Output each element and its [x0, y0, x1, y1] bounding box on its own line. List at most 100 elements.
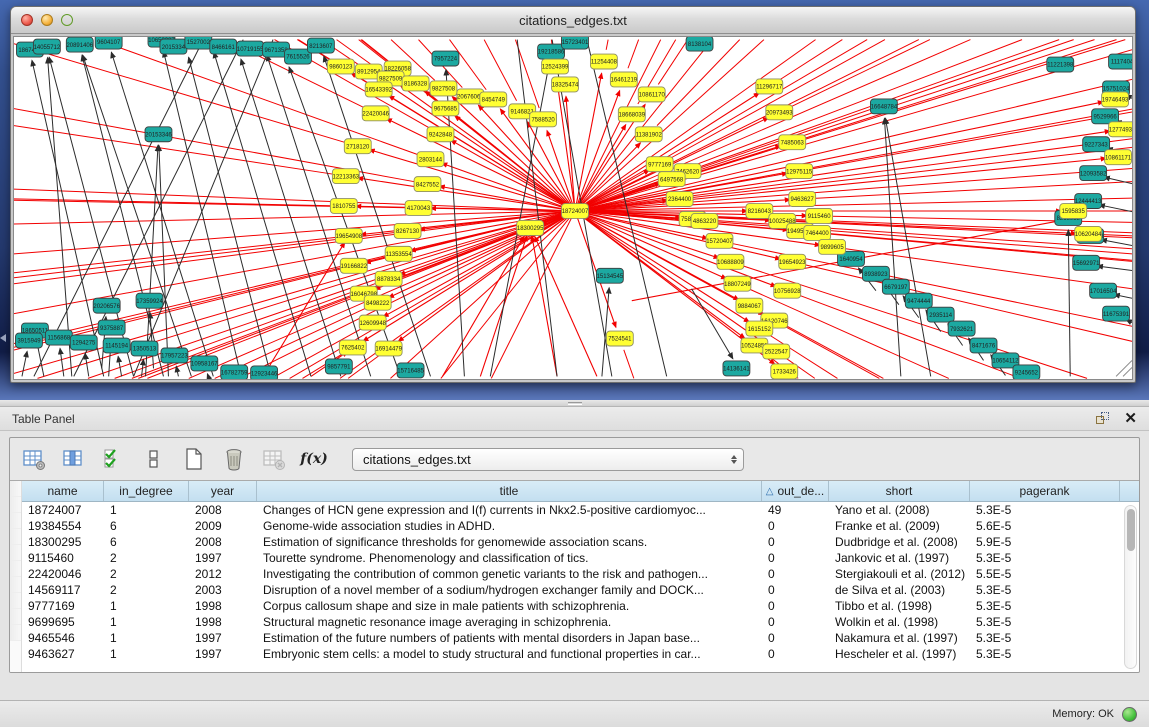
graph-node[interactable]: 1615152 — [746, 321, 773, 336]
show-columns-icon[interactable] — [60, 446, 88, 472]
table-cell[interactable]: 6 — [104, 518, 189, 534]
graph-node[interactable]: 9245652 — [1013, 365, 1040, 380]
graph-node[interactable]: 9777169 — [646, 157, 673, 172]
graph-node[interactable]: 8138104 — [686, 37, 713, 51]
table-cell[interactable]: 1 — [104, 646, 189, 662]
graph-node[interactable]: 18325474 — [552, 77, 579, 92]
graph-node[interactable]: 9884067 — [736, 298, 763, 313]
graph-node[interactable]: 2364400 — [666, 192, 693, 207]
graph-node[interactable]: 15716485 — [397, 363, 424, 378]
graph-node[interactable]: 9675685 — [432, 101, 459, 116]
close-window-button[interactable] — [21, 14, 33, 26]
graph-node[interactable]: 8878334 — [375, 271, 402, 286]
table-cell[interactable]: Hescheler et al. (1997) — [829, 646, 970, 662]
table-options-icon[interactable] — [20, 446, 48, 472]
graph-node[interactable]: 20973493 — [766, 105, 793, 120]
graph-node[interactable]: 12609948 — [359, 315, 386, 330]
graph-node[interactable]: 18724007 — [562, 204, 589, 219]
table-cell[interactable]: Tibbo et al. (1998) — [829, 598, 970, 614]
graph-node[interactable]: 20153346 — [145, 127, 172, 142]
table-cell[interactable]: 1998 — [189, 598, 257, 614]
graph-node[interactable]: 12213363 — [332, 169, 359, 184]
column-header-pagerank[interactable]: pagerank — [970, 481, 1120, 501]
table-cell[interactable]: 1 — [104, 614, 189, 630]
table-cell[interactable]: Nakamura et al. (1997) — [829, 630, 970, 646]
stacked-rows-icon[interactable] — [140, 446, 168, 472]
graph-node[interactable]: 10688809 — [717, 254, 744, 269]
graph-node[interactable]: 19654923 — [779, 254, 806, 269]
graph-node[interactable]: 1810755 — [330, 199, 357, 214]
graph-node[interactable]: 8213607 — [307, 38, 334, 53]
network-window-titlebar[interactable]: citations_edges.txt — [11, 7, 1135, 34]
graph-node[interactable]: 6497568 — [658, 172, 685, 187]
table-row[interactable]: 911546021997Tourette syndrome. Phenomeno… — [22, 550, 1139, 566]
table-cell[interactable]: 0 — [762, 646, 829, 662]
graph-node[interactable]: 7524541 — [606, 331, 633, 346]
table-cell[interactable]: 1997 — [189, 630, 257, 646]
table-cell[interactable]: Structural magnetic resonance image aver… — [257, 614, 762, 630]
graph-node[interactable]: 17957223 — [161, 348, 188, 363]
collapse-panel-arrow-icon[interactable] — [0, 334, 6, 342]
graph-node[interactable]: 14055712 — [33, 39, 60, 54]
table-cell[interactable]: Investigating the contribution of common… — [257, 566, 762, 582]
graph-node[interactable]: 12975115 — [786, 164, 813, 179]
table-row[interactable]: 1938455462009Genome-wide association stu… — [22, 518, 1139, 534]
table-cell[interactable]: Genome-wide association studies in ADHD. — [257, 518, 762, 534]
network-view-window[interactable]: citations_edges.txt 18674021405571220891… — [10, 6, 1136, 383]
table-cell[interactable]: 9463627 — [22, 646, 104, 662]
graph-node[interactable]: 16782759 — [221, 365, 248, 380]
graph-node[interactable]: 11296717 — [756, 79, 783, 94]
graph-node[interactable]: 7464400 — [804, 225, 831, 240]
table-cell[interactable]: Yano et al. (2008) — [829, 502, 970, 518]
table-cell[interactable]: 2 — [104, 582, 189, 598]
citation-network-graph[interactable]: 1867402140557122089140696041071065328720… — [14, 37, 1133, 380]
table-cell[interactable]: 2008 — [189, 534, 257, 550]
graph-node[interactable]: 7485063 — [779, 135, 806, 150]
table-cell[interactable]: 5.3E-5 — [970, 646, 1120, 662]
graph-node[interactable]: 7957224 — [432, 51, 459, 66]
graph-node[interactable]: 9242848 — [427, 127, 454, 142]
table-cell[interactable]: Corpus callosum shape and size in male p… — [257, 598, 762, 614]
graph-node[interactable]: 17016504 — [1090, 283, 1117, 298]
graph-node[interactable]: 22420046 — [362, 106, 389, 121]
table-cell[interactable]: 5.3E-5 — [970, 630, 1120, 646]
graph-node[interactable]: 8471676 — [970, 338, 997, 353]
graph-node[interactable]: 7932621 — [948, 321, 975, 336]
graph-node[interactable]: 9115460 — [806, 209, 833, 224]
table-row[interactable]: 946362711997Embryonic stem cells: a mode… — [22, 646, 1139, 662]
table-cell[interactable]: 9465546 — [22, 630, 104, 646]
graph-node[interactable]: 1733426 — [771, 364, 798, 379]
table-cell[interactable]: Estimation of the future numbers of pati… — [257, 630, 762, 646]
table-cell[interactable]: 5.3E-5 — [970, 502, 1120, 518]
graph-node[interactable]: 16914479 — [375, 341, 402, 356]
graph-node[interactable]: 2522547 — [763, 344, 790, 359]
select-rows-icon[interactable] — [100, 446, 128, 472]
table-cell[interactable]: 14569117 — [22, 582, 104, 598]
graph-node[interactable]: 10861170 — [638, 87, 665, 102]
table-cell[interactable]: 2008 — [189, 502, 257, 518]
graph-node[interactable]: 1294275 — [70, 335, 97, 350]
column-header-out_de[interactable]: △out_de... — [762, 481, 829, 501]
graph-node[interactable]: 4170043 — [405, 201, 432, 216]
graph-node[interactable]: 9857791 — [325, 359, 352, 374]
graph-node[interactable]: 19166822 — [340, 258, 367, 273]
graph-node[interactable]: 18807249 — [724, 276, 751, 291]
table-cell[interactable]: 0 — [762, 534, 829, 550]
table-cell[interactable]: 19384554 — [22, 518, 104, 534]
table-cell[interactable]: 0 — [762, 582, 829, 598]
graph-node[interactable]: 10861171 — [1105, 150, 1132, 165]
table-cell[interactable]: 6 — [104, 534, 189, 550]
zoom-window-button[interactable] — [61, 14, 73, 26]
table-cell[interactable]: Jankovic et al. (1997) — [829, 550, 970, 566]
panel-splitter[interactable] — [0, 400, 1149, 407]
graph-node[interactable]: 18300295 — [517, 220, 544, 235]
graph-node[interactable]: 9474444 — [905, 293, 932, 308]
graph-node[interactable]: 8186328 — [402, 76, 429, 91]
graph-node[interactable]: 10620484 — [1075, 226, 1102, 241]
graph-node[interactable]: 2015334 — [160, 39, 187, 54]
table-cell[interactable]: 0 — [762, 518, 829, 534]
graph-node[interactable]: 16461219 — [610, 72, 637, 87]
table-cell[interactable]: Tourette syndrome. Phenomenology and cla… — [257, 550, 762, 566]
graph-node[interactable]: 15720407 — [706, 233, 733, 248]
column-header-title[interactable]: title — [257, 481, 762, 501]
